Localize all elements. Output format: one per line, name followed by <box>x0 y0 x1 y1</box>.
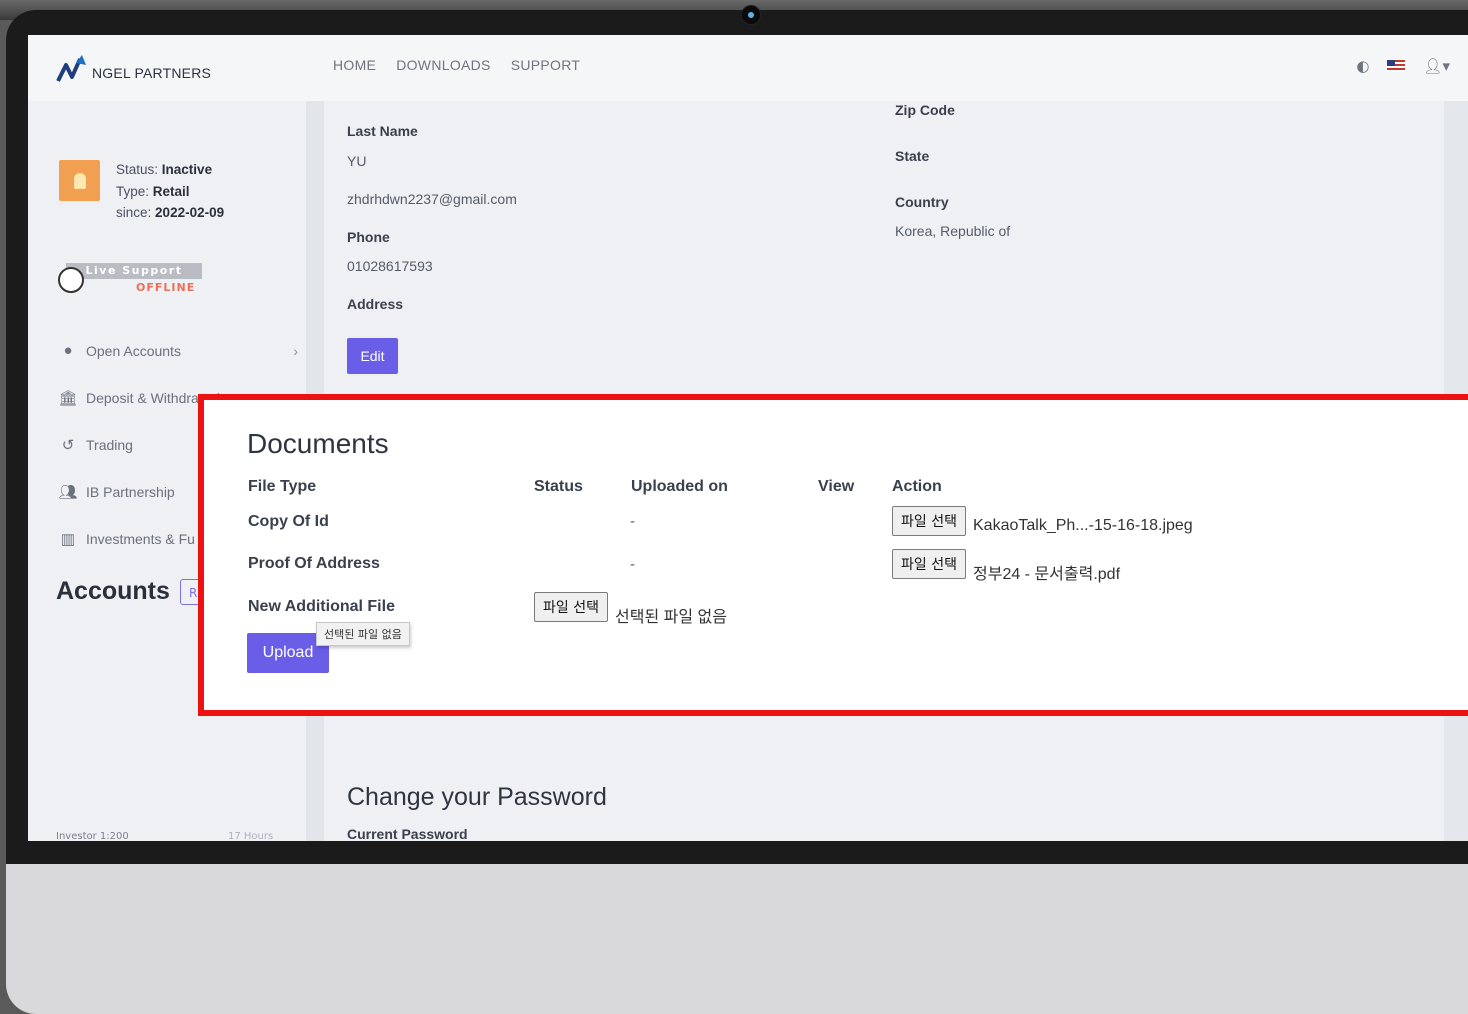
sidebar-item-label: Trading <box>86 436 133 453</box>
sidebar-item-label: IB Partnership <box>86 483 175 500</box>
since-value: 2022-02-09 <box>155 205 225 220</box>
row-proof-of-address-uploaded: - <box>630 557 636 573</box>
live-support-state: OFFLINE <box>136 281 196 294</box>
status-value: Inactive <box>161 162 213 177</box>
account-age: 17 Hours <box>228 831 274 841</box>
play-circle-icon: ● <box>63 342 73 359</box>
history-icon: ↺ <box>61 436 75 454</box>
header-action: Action <box>892 478 942 495</box>
documents-title: Documents <box>247 428 389 459</box>
main-nav: HOME DOWNLOADS SUPPORT <box>333 57 580 73</box>
zip-code-label: Zip Code <box>895 102 955 118</box>
type-value: Retail <box>152 183 190 199</box>
bar-chart-icon: ▥ <box>60 530 76 548</box>
nav-downloads[interactable]: DOWNLOADS <box>396 57 491 73</box>
chevron-right-icon: › <box>293 342 298 359</box>
logo-mark-icon <box>56 55 86 82</box>
new-additional-file-name: 선택된 파일 없음 <box>615 609 727 626</box>
current-password-label: Current Password <box>347 826 468 841</box>
proof-of-address-file-button[interactable]: 파일 선택 <box>892 549 966 579</box>
file-tooltip: 선택된 파일 없음 <box>316 622 410 646</box>
new-additional-file-button[interactable]: 파일 선택 <box>534 592 608 622</box>
phone-label: Phone <box>347 229 390 245</box>
sidebar-item-label: Open Accounts <box>86 342 181 359</box>
headset-icon <box>58 267 84 293</box>
us-flag-icon[interactable] <box>1387 60 1406 72</box>
copy-of-id-file-button[interactable]: 파일 선택 <box>892 506 966 536</box>
sidebar-item-open-accounts[interactable]: ● Open Accounts › <box>58 327 298 374</box>
monitor-chin <box>6 864 1468 1014</box>
nav-home[interactable]: HOME <box>333 57 376 73</box>
brand-name: NGEL PARTNERS <box>92 65 212 81</box>
webcam-icon <box>741 5 761 25</box>
email-value: zhdrhdwn2237@gmail.com <box>347 191 517 207</box>
row-copy-of-id-type: Copy Of Id <box>248 513 329 530</box>
row-proof-of-address-type: Proof Of Address <box>248 555 380 572</box>
row-copy-of-id-uploaded: - <box>630 514 636 530</box>
account-status-block: Status: Inactive Type: Retail since: 202… <box>116 159 224 224</box>
change-password-title: Change your Password <box>347 783 607 811</box>
proof-of-address-file-name: 정부24 - 문서출력.pdf <box>973 566 1121 583</box>
brand-logo[interactable]: NGEL PARTNERS <box>56 55 211 83</box>
header-uploaded-on: Uploaded on <box>631 478 728 495</box>
header-status: Status <box>534 478 583 495</box>
country-label: Country <box>895 194 949 210</box>
type-label: Type: <box>116 183 150 199</box>
account-leverage: Investor 1:200 <box>56 831 129 841</box>
country-value: Korea, Republic of <box>895 223 1011 239</box>
last-name-label: Last Name <box>347 123 418 139</box>
documents-highlight-panel: Documents File Type Status Uploaded on V… <box>198 394 1468 716</box>
top-navigation-bar: NGEL PARTNERS HOME DOWNLOADS SUPPORT ◐ 👤… <box>28 35 1468 101</box>
last-name-value: YU <box>347 153 367 169</box>
contrast-icon[interactable]: ◐ <box>1356 57 1369 75</box>
users-icon: 👥︎ <box>58 483 78 501</box>
user-menu-icon[interactable]: 👤︎▾ <box>1423 57 1450 75</box>
status-label: Status: <box>116 162 159 177</box>
copy-of-id-file-name: KakaoTalk_Ph...-15-16-18.jpeg <box>973 517 1193 534</box>
header-actions: ◐ 👤︎▾ <box>1356 57 1450 75</box>
live-support-label: Live Support <box>66 263 202 279</box>
header-file-type: File Type <box>248 478 317 495</box>
since-label: since: <box>116 205 152 220</box>
bank-icon: 🏛︎ <box>58 389 78 407</box>
nav-support[interactable]: SUPPORT <box>511 57 581 73</box>
state-label: State <box>895 148 930 164</box>
address-label: Address <box>347 296 404 312</box>
edit-button[interactable]: Edit <box>347 338 398 374</box>
live-support-widget[interactable]: Live Support OFFLINE <box>56 263 202 297</box>
avatar <box>59 160 100 201</box>
accounts-heading: Accounts <box>56 577 170 605</box>
header-view: View <box>818 478 855 495</box>
phone-value: 01028617593 <box>347 258 433 274</box>
sidebar-item-label: Investments & Fu <box>86 530 195 547</box>
new-additional-file-label: New Additional File <box>248 598 395 615</box>
